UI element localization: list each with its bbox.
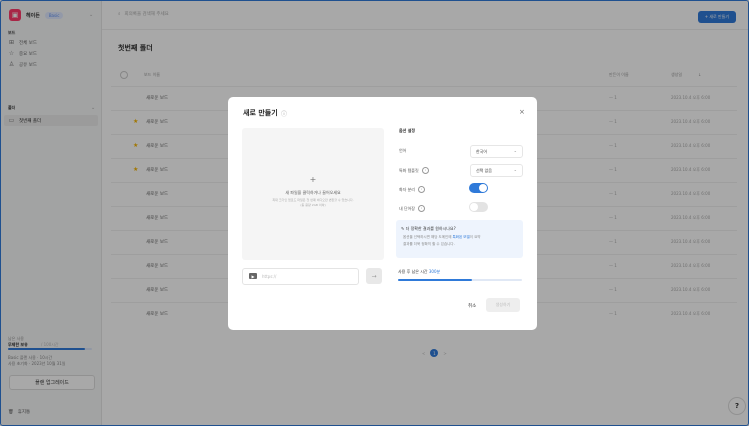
vocabulary-toggle[interactable] bbox=[469, 202, 488, 212]
bulb-icon: ✎ bbox=[401, 226, 405, 231]
template-select[interactable]: 선택 없음 ⌄ bbox=[470, 164, 523, 177]
remaining-progress-bar bbox=[398, 279, 522, 281]
dropzone-hint: 최대 크기인 업로드 파일은 첫 번째 비디오만 변환할 수 있습니다. bbox=[272, 198, 354, 202]
url-submit-button[interactable]: → bbox=[366, 268, 382, 284]
modal-title: 새로 만들기 bbox=[243, 109, 278, 117]
chevron-down-icon: ⌄ bbox=[513, 167, 517, 172]
accuracy-tip: ✎ 더 정확한 결과를 원하시나요? 옵션을 선택하시면 해당 도메인에 특화된… bbox=[396, 220, 523, 258]
dropzone-size-limit: (총 용량 2GB 이하) bbox=[300, 203, 326, 207]
url-placeholder: https:// bbox=[262, 274, 277, 279]
cancel-button[interactable]: 취소 bbox=[468, 303, 476, 309]
language-label: 언어 bbox=[399, 148, 407, 153]
file-dropzone[interactable]: + 새 파일을 클릭하거나 끌어오세요 최대 크기인 업로드 파일은 첫 번째 … bbox=[242, 128, 384, 260]
vocabulary-label: 내 단어장 i bbox=[399, 205, 425, 212]
language-value: 한국어 bbox=[476, 149, 488, 154]
info-icon[interactable]: ⓘ bbox=[281, 109, 287, 118]
info-icon: i bbox=[418, 205, 425, 212]
remaining-progress-fill bbox=[398, 279, 473, 281]
template-value: 선택 없음 bbox=[476, 168, 492, 173]
modal-overlay[interactable]: 새로 만들기 ⓘ × + 새 파일을 클릭하거나 끌어오세요 최대 크기인 업로… bbox=[0, 0, 749, 426]
language-select[interactable]: 한국어 ⌄ bbox=[470, 145, 523, 158]
url-input[interactable]: ▶ https:// bbox=[242, 268, 359, 285]
info-icon: i bbox=[418, 186, 425, 193]
close-icon[interactable]: × bbox=[519, 108, 525, 116]
dropzone-text: 새 파일을 클릭하거나 끌어오세요 bbox=[285, 190, 341, 195]
speaker-separation-toggle[interactable] bbox=[469, 183, 488, 193]
template-label: 특화 템플릿 i bbox=[399, 167, 429, 174]
chevron-down-icon: ⌄ bbox=[513, 148, 517, 153]
options-header: 옵션 설정 bbox=[399, 128, 416, 133]
info-icon: i bbox=[421, 167, 429, 174]
remaining-time: 사용 후 남은 시간 300분 bbox=[398, 269, 441, 274]
tip-text: 옵션을 선택하시면 해당 도메인에 특화된 모델이 요약 bbox=[403, 235, 481, 239]
youtube-icon: ▶ bbox=[249, 273, 257, 279]
tip-link[interactable]: 특화된 모델 bbox=[453, 235, 470, 239]
tip-text-2: 결과를 더욱 정확히 할 수 있습니다. bbox=[403, 242, 455, 246]
tip-title: ✎ 더 정확한 결과를 원하시나요? bbox=[401, 226, 456, 231]
plus-icon: + bbox=[309, 175, 317, 184]
create-modal: 새로 만들기 ⓘ × + 새 파일을 클릭하거나 끌어오세요 최대 크기인 업로… bbox=[228, 97, 537, 330]
generate-button[interactable]: 생성하기 bbox=[486, 298, 520, 312]
speaker-separation-label: 화자 분리 i bbox=[399, 186, 425, 193]
